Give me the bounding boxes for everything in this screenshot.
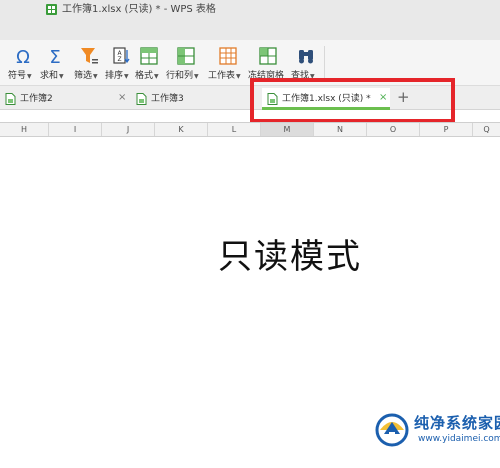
readonly-mode-text: 只读模式 — [218, 237, 362, 277]
row-col-icon — [177, 47, 195, 65]
sigma-icon: Σ — [49, 47, 60, 66]
omega-icon: Ω — [16, 47, 30, 66]
svg-text:Σ: Σ — [49, 47, 60, 66]
column-header-h[interactable]: H — [0, 123, 49, 136]
column-header-o[interactable]: O — [367, 123, 420, 136]
svg-text:Ω: Ω — [16, 47, 30, 66]
sum-button[interactable]: Σ 求和▼ — [38, 44, 72, 84]
sort-button[interactable]: A Z 排序▼ — [104, 44, 138, 84]
chevron-down-icon: ▼ — [154, 73, 159, 80]
worksheet-icon — [219, 47, 237, 65]
column-header-row: H I J K L M N O P Q — [0, 122, 500, 137]
column-header-q[interactable]: Q — [473, 123, 500, 136]
format-button-label: 格式 — [135, 71, 154, 81]
sort-icon: A Z — [113, 47, 130, 64]
close-icon[interactable]: × — [118, 92, 126, 104]
worksheet-button[interactable]: 工作表▼ — [208, 44, 248, 84]
title-bar: 工作簿1.xlsx (只读) * - WPS 表格 — [0, 0, 500, 40]
format-button[interactable]: 格式▼ — [134, 44, 164, 84]
watermark-title: 纯净系统家园 — [414, 414, 500, 432]
spreadsheet-file-icon — [136, 93, 147, 105]
site-watermark: 纯净系统家园 www.yidaimei.com — [368, 404, 500, 468]
symbol-button[interactable]: Ω 符号▼ — [6, 44, 40, 84]
column-header-i[interactable]: I — [49, 123, 102, 136]
chevron-down-icon: ▼ — [194, 73, 199, 80]
wps-spreadsheet-app-icon — [46, 4, 57, 15]
binoculars-icon — [299, 50, 313, 64]
tab-workbook3[interactable]: 工作簿3 — [132, 88, 250, 110]
window-title: 工作簿1.xlsx (只读) * - WPS 表格 — [62, 4, 216, 15]
watermark-logo-icon — [375, 413, 409, 447]
tab-workbook2-label: 工作簿2 — [20, 94, 53, 104]
spreadsheet-file-icon — [5, 93, 16, 105]
sum-button-label: 求和 — [40, 71, 59, 81]
chevron-down-icon: ▼ — [93, 73, 98, 80]
worksheet-button-label: 工作表 — [208, 71, 236, 81]
filter-button[interactable]: 筛选▼ — [72, 44, 106, 84]
tab-workbook3-label: 工作簿3 — [151, 94, 184, 104]
chevron-down-icon: ▼ — [236, 73, 241, 80]
column-header-m[interactable]: M — [261, 123, 314, 136]
column-header-k[interactable]: K — [155, 123, 208, 136]
column-header-n[interactable]: N — [314, 123, 367, 136]
column-header-p[interactable]: P — [420, 123, 473, 136]
row-col-button-label: 行和列 — [166, 71, 194, 81]
row-col-button[interactable]: 行和列▼ — [166, 44, 206, 84]
symbol-button-label: 符号 — [8, 71, 27, 81]
filter-button-label: 筛选 — [74, 71, 93, 81]
filter-icon — [81, 48, 98, 64]
chevron-down-icon: ▼ — [27, 73, 32, 80]
ribbon-divider — [324, 46, 325, 82]
column-header-l[interactable]: L — [208, 123, 261, 136]
sort-button-label: 排序 — [105, 71, 124, 81]
column-header-j[interactable]: J — [102, 123, 155, 136]
chevron-down-icon: ▼ — [59, 73, 64, 80]
freeze-pane-icon — [259, 47, 277, 65]
format-icon — [140, 47, 158, 65]
chevron-down-icon: ▼ — [124, 73, 129, 80]
annotation-highlight-box — [250, 78, 455, 123]
tab-workbook2[interactable]: 工作簿2 × — [0, 88, 130, 110]
watermark-url: www.yidaimei.com — [418, 434, 500, 444]
svg-text:Z: Z — [117, 56, 121, 63]
